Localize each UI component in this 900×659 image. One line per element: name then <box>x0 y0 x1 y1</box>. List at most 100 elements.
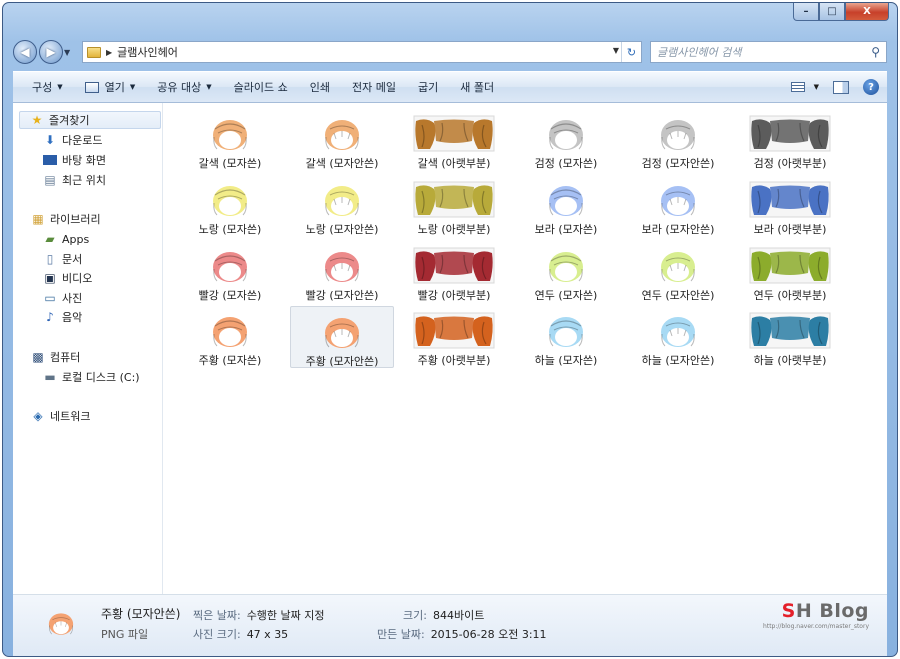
file-item[interactable]: 검정 (모자쓴) <box>514 109 618 171</box>
views-icon[interactable] <box>790 82 805 92</box>
nav-computer[interactable]: ▩ 컴퓨터 <box>31 348 80 366</box>
breadcrumb-arrow-icon[interactable]: ▶ <box>106 48 112 57</box>
back-arrow-icon: ◀ <box>20 45 30 59</box>
search-input[interactable]: 글램사인헤어 검색 ⚲ <box>650 41 887 63</box>
close-button[interactable]: X <box>845 3 889 21</box>
organize-button[interactable]: 구성 ▼ <box>21 75 74 99</box>
file-thumbnail <box>524 312 608 349</box>
file-label: 주황 (아랫부분) <box>417 354 491 367</box>
desktop-icon <box>43 155 57 165</box>
burn-button[interactable]: 굽기 <box>407 75 449 99</box>
file-item[interactable]: 하늘 (모자쓴) <box>514 306 618 368</box>
email-button[interactable]: 전자 메일 <box>341 75 407 99</box>
open-icon <box>84 81 99 93</box>
nav-local-disk[interactable]: ▬ 로컬 디스크 (C:) <box>43 368 140 386</box>
print-button[interactable]: 인쇄 <box>299 75 341 99</box>
refresh-icon[interactable]: ↻ <box>621 42 641 62</box>
search-icon[interactable]: ⚲ <box>871 45 880 59</box>
explorer-window: – □ X ◀ ▶ ▼ ▶ 글램사인헤어 ▼ ↻ 글램사인헤어 검색 ⚲ 구성 ▼… <box>2 2 898 657</box>
nav-videos[interactable]: ▣ 비디오 <box>43 269 92 287</box>
nav-desktop[interactable]: 바탕 화면 <box>43 151 106 169</box>
file-item[interactable]: 하늘 (모자안쓴) <box>626 306 730 368</box>
file-label: 연두 (모자쓴) <box>534 289 598 302</box>
breadcrumb-folder[interactable]: 글램사인헤어 <box>117 44 178 60</box>
file-item[interactable]: 연두 (아랫부분) <box>738 241 842 303</box>
open-label: 열기 <box>104 81 125 94</box>
file-item[interactable]: 검정 (아랫부분) <box>738 109 842 171</box>
file-item[interactable]: 갈색 (모자쓴) <box>178 109 282 171</box>
modified-field: 만든 날짜: 2015-06-28 오전 3:11 <box>377 626 547 642</box>
file-label: 하늘 (모자안쓴) <box>641 354 715 367</box>
file-item[interactable]: 보라 (모자안쓴) <box>626 175 730 237</box>
file-item[interactable]: 빨강 (아랫부분) <box>402 241 506 303</box>
file-thumbnail <box>188 115 272 152</box>
file-item[interactable]: 검정 (모자안쓴) <box>626 109 730 171</box>
file-item[interactable]: 주황 (모자안쓴) <box>290 306 394 368</box>
computer-icon: ▩ <box>32 350 44 364</box>
file-thumbnail <box>188 312 272 349</box>
file-item[interactable]: 갈색 (모자안쓴) <box>290 109 394 171</box>
file-label: 검정 (모자쓴) <box>534 157 598 170</box>
nav-label: 라이브러리 <box>50 213 101 226</box>
file-label: 연두 (아랫부분) <box>753 289 827 302</box>
logo-s: S <box>781 600 796 622</box>
nav-libraries[interactable]: ▦ 라이브러리 <box>31 210 101 228</box>
nav-favorites[interactable]: ★ 즐겨찾기 <box>19 111 161 129</box>
nav-downloads[interactable]: ⬇ 다운로드 <box>43 131 103 149</box>
file-thumbnail <box>300 181 384 218</box>
file-item[interactable]: 보라 (모자쓴) <box>514 175 618 237</box>
nav-documents[interactable]: ▯ 문서 <box>43 250 83 268</box>
nav-apps[interactable]: ▰ Apps <box>43 230 89 248</box>
file-item[interactable]: 연두 (모자안쓴) <box>626 241 730 303</box>
nav-label: 즐겨찾기 <box>49 114 90 127</box>
file-thumbnail <box>188 181 272 218</box>
file-item[interactable]: 노랑 (모자쓴) <box>178 175 282 237</box>
forward-button[interactable]: ▶ <box>39 40 63 64</box>
new-folder-button[interactable]: 새 폴더 <box>449 75 505 99</box>
organize-label: 구성 <box>32 81 53 94</box>
views-caret-icon[interactable]: ▼ <box>814 83 819 91</box>
file-item[interactable]: 연두 (모자쓴) <box>514 241 618 303</box>
file-item[interactable]: 갈색 (아랫부분) <box>402 109 506 171</box>
nav-recent[interactable]: ▤ 최근 위치 <box>43 171 106 189</box>
file-item[interactable]: 주황 (아랫부분) <box>402 306 506 368</box>
file-item[interactable]: 보라 (아랫부분) <box>738 175 842 237</box>
date-taken-value[interactable]: 수행한 날짜 지정 <box>247 609 325 622</box>
minimize-button[interactable]: – <box>793 3 819 21</box>
address-bar[interactable]: ▶ 글램사인헤어 ▼ ↻ <box>82 41 642 63</box>
size-value: 844바이트 <box>432 609 485 622</box>
file-label: 검정 (모자안쓴) <box>641 157 715 170</box>
nav-network[interactable]: ◈ 네트워크 <box>31 407 90 425</box>
disk-icon: ▬ <box>44 370 56 384</box>
star-icon: ★ <box>31 113 43 127</box>
nav-music[interactable]: ♪ 음악 <box>43 308 82 326</box>
nav-label: 비디오 <box>62 272 93 285</box>
share-label: 공유 대상 <box>157 81 202 94</box>
file-item[interactable]: 노랑 (아랫부분) <box>402 175 506 237</box>
file-label: 연두 (모자안쓴) <box>641 289 715 302</box>
help-icon[interactable]: ? <box>863 79 879 95</box>
file-thumbnail <box>300 115 384 152</box>
modified-key: 만든 날짜: <box>377 628 425 641</box>
share-button[interactable]: 공유 대상 ▼ <box>146 75 222 99</box>
back-button[interactable]: ◀ <box>13 40 37 64</box>
recent-pages-dropdown-icon[interactable]: ▼ <box>64 48 76 57</box>
file-item[interactable]: 노랑 (모자안쓴) <box>290 175 394 237</box>
file-thumbnail <box>412 247 496 284</box>
file-label: 노랑 (모자쓴) <box>198 223 262 236</box>
nav-label: 로컬 디스크 (C:) <box>62 371 140 384</box>
file-item[interactable]: 빨강 (모자안쓴) <box>290 241 394 303</box>
forward-arrow-icon: ▶ <box>46 45 56 59</box>
preview-pane-icon[interactable] <box>833 80 849 94</box>
slideshow-button[interactable]: 슬라이드 쇼 <box>223 75 299 99</box>
file-item[interactable]: 빨강 (모자쓴) <box>178 241 282 303</box>
file-item[interactable]: 하늘 (아랫부분) <box>738 306 842 368</box>
address-dropdown-icon[interactable]: ▼ <box>613 46 619 55</box>
file-label: 빨강 (모자안쓴) <box>305 289 379 302</box>
file-item[interactable]: 주황 (모자쓴) <box>178 306 282 368</box>
maximize-button[interactable]: □ <box>819 3 845 21</box>
nav-label: 네트워크 <box>50 410 91 423</box>
nav-pictures[interactable]: ▭ 사진 <box>43 289 82 307</box>
file-thumbnail <box>748 181 832 218</box>
open-button[interactable]: 열기 ▼ <box>74 75 147 99</box>
